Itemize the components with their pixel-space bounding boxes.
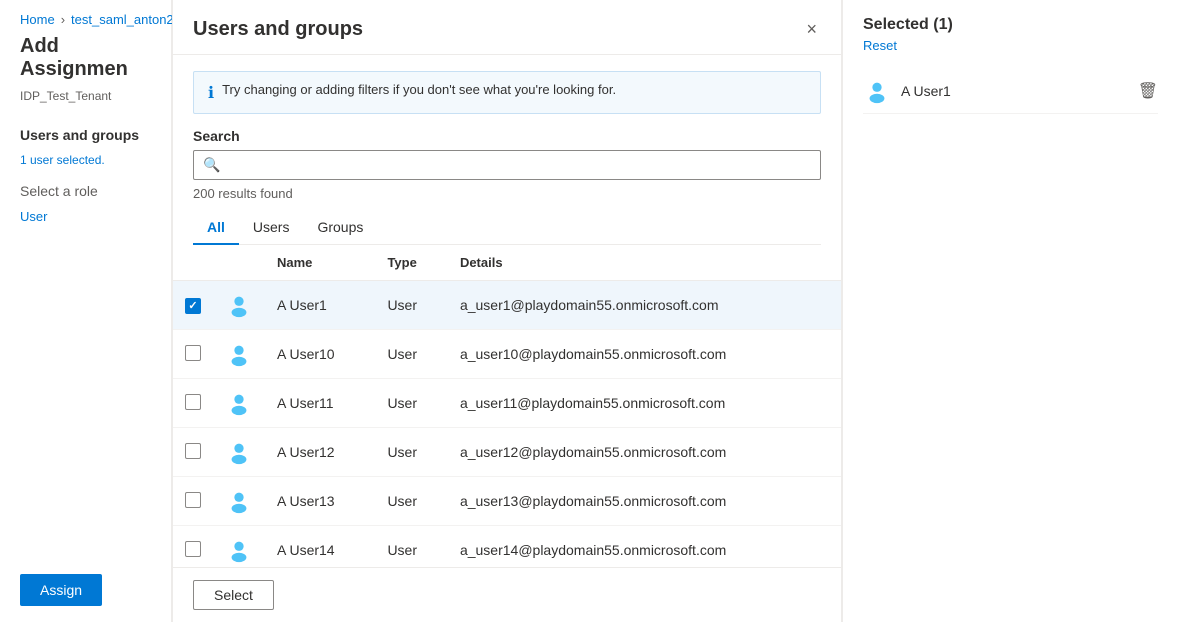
users-table: Name Type Details A User1Usera_user1@pla…: [173, 245, 841, 567]
user-avatar-5: [225, 536, 253, 564]
row-checkbox-5[interactable]: [185, 541, 201, 557]
user-details-2: a_user11@playdomain55.onmicrosoft.com: [448, 379, 841, 428]
nav-item-users-groups[interactable]: Users and groups: [0, 119, 171, 151]
nav-item-select-role[interactable]: Select a role: [0, 175, 171, 207]
tab-users[interactable]: Users: [239, 211, 304, 245]
user-avatar-3: [225, 438, 253, 466]
table-row[interactable]: A User12Usera_user12@playdomain55.onmicr…: [173, 428, 841, 477]
modal-panel: Users and groups × ℹ Try changing or add…: [172, 0, 842, 622]
info-bar: ℹ Try changing or adding filters if you …: [193, 71, 821, 114]
user-avatar-0: [225, 291, 253, 319]
user-details-4: a_user13@playdomain55.onmicrosoft.com: [448, 477, 841, 526]
modal-header: Users and groups ×: [173, 0, 841, 55]
nav-users-selected: 1 user selected.: [0, 151, 171, 175]
app-container: Home › test_saml_anton2 Add Assignmen ID…: [0, 0, 1178, 622]
user-avatar-4: [225, 487, 253, 515]
info-text: Try changing or adding filters if you do…: [222, 82, 616, 97]
nav-role-value[interactable]: User: [0, 207, 171, 232]
tabs-container: All Users Groups: [193, 211, 821, 245]
col-name: Name: [265, 245, 375, 281]
row-checkbox-1[interactable]: [185, 345, 201, 361]
user-type-1: User: [375, 330, 448, 379]
left-nav: Users and groups 1 user selected. Select…: [0, 119, 171, 558]
delete-selected-0[interactable]: 🗑: [1138, 81, 1158, 101]
reset-link[interactable]: Reset: [863, 38, 1158, 53]
close-button[interactable]: ×: [802, 16, 821, 42]
user-name-1: A User10: [265, 330, 375, 379]
search-label: Search: [193, 128, 821, 144]
user-avatar-2: [225, 389, 253, 417]
user-details-0: a_user1@playdomain55.onmicrosoft.com: [448, 281, 841, 330]
search-input[interactable]: [193, 150, 821, 180]
page-title: Add Assignmen: [0, 31, 171, 89]
user-type-3: User: [375, 428, 448, 477]
assign-button[interactable]: Assign: [20, 574, 102, 606]
selected-list: A User1 🗑: [863, 69, 1158, 114]
col-details: Details: [448, 245, 841, 281]
page-subtitle: IDP_Test_Tenant: [0, 89, 171, 119]
user-type-2: User: [375, 379, 448, 428]
modal-body: ℹ Try changing or adding filters if you …: [173, 55, 841, 567]
search-input-wrap: 🔍: [193, 150, 821, 180]
info-icon: ℹ: [208, 83, 214, 103]
tab-all[interactable]: All: [193, 211, 239, 245]
col-checkbox: [173, 245, 213, 281]
left-panel: Home › test_saml_anton2 Add Assignmen ID…: [0, 0, 172, 622]
row-checkbox-3[interactable]: [185, 443, 201, 459]
tab-groups[interactable]: Groups: [303, 211, 377, 245]
table-row[interactable]: A User14Usera_user14@playdomain55.onmicr…: [173, 526, 841, 568]
table-row[interactable]: A User10Usera_user10@playdomain55.onmicr…: [173, 330, 841, 379]
left-panel-footer: Assign: [0, 558, 171, 622]
user-details-5: a_user14@playdomain55.onmicrosoft.com: [448, 526, 841, 568]
user-details-1: a_user10@playdomain55.onmicrosoft.com: [448, 330, 841, 379]
modal-overlay: Users and groups × ℹ Try changing or add…: [172, 0, 1178, 622]
table-row[interactable]: A User1Usera_user1@playdomain55.onmicros…: [173, 281, 841, 330]
selected-user-name-0: A User1: [901, 83, 1128, 99]
right-panel: Selected (1) Reset A User1 🗑: [842, 0, 1178, 622]
user-avatar-1: [225, 340, 253, 368]
table-row[interactable]: A User13Usera_user13@playdomain55.onmicr…: [173, 477, 841, 526]
table-container: Name Type Details A User1Usera_user1@pla…: [173, 245, 841, 567]
selected-item-0: A User1 🗑: [863, 69, 1158, 114]
user-name-0: A User1: [265, 281, 375, 330]
row-checkbox-0[interactable]: [185, 298, 201, 314]
table-row[interactable]: A User11Usera_user11@playdomain55.onmicr…: [173, 379, 841, 428]
breadcrumb-item[interactable]: test_saml_anton2: [71, 12, 174, 27]
user-type-0: User: [375, 281, 448, 330]
selected-header: Selected (1): [863, 16, 1158, 34]
search-icon: 🔍: [203, 157, 220, 174]
results-count: 200 results found: [193, 186, 821, 201]
row-checkbox-4[interactable]: [185, 492, 201, 508]
modal-footer: Select: [173, 567, 841, 622]
user-details-3: a_user12@playdomain55.onmicrosoft.com: [448, 428, 841, 477]
user-name-4: A User13: [265, 477, 375, 526]
breadcrumb-home[interactable]: Home: [20, 12, 55, 27]
breadcrumb-separator: ›: [61, 12, 65, 27]
user-type-5: User: [375, 526, 448, 568]
user-name-5: A User14: [265, 526, 375, 568]
selected-avatar-0: [863, 77, 891, 105]
user-name-3: A User12: [265, 428, 375, 477]
user-name-2: A User11: [265, 379, 375, 428]
select-button[interactable]: Select: [193, 580, 274, 610]
breadcrumb: Home › test_saml_anton2: [0, 0, 171, 31]
modal-title: Users and groups: [193, 18, 363, 41]
user-type-4: User: [375, 477, 448, 526]
col-type: Type: [375, 245, 448, 281]
row-checkbox-2[interactable]: [185, 394, 201, 410]
col-avatar: [213, 245, 265, 281]
